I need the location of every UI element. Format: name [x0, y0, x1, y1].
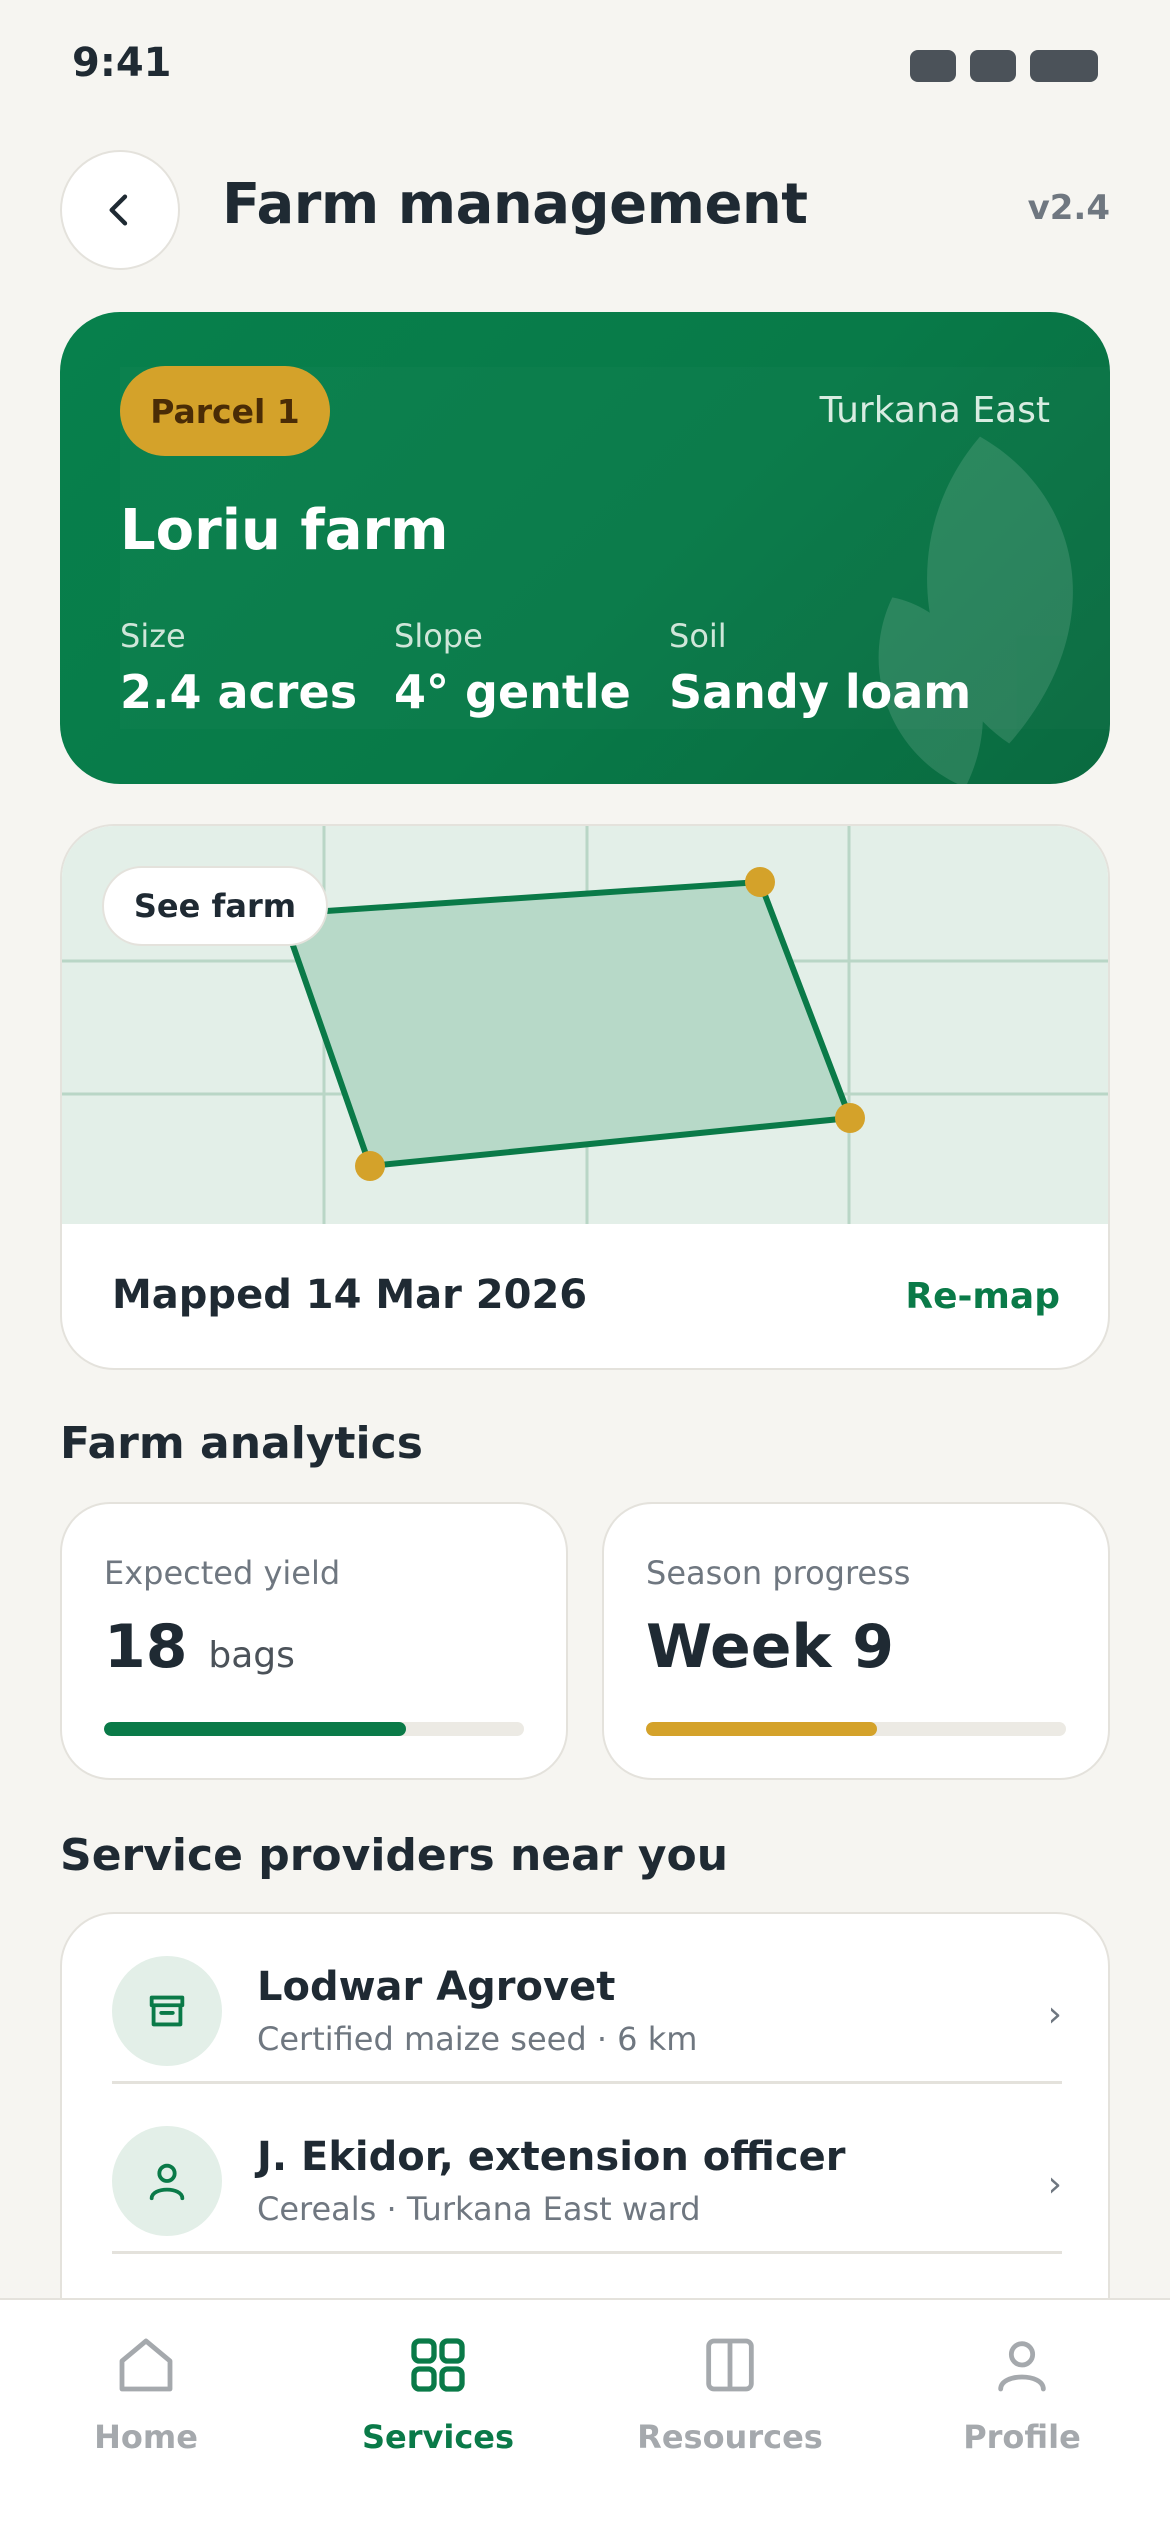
wifi-icon [970, 50, 1016, 82]
yield-card[interactable]: Expected yield 18 bags [60, 1502, 568, 1780]
farm-name: Loriu farm [120, 498, 449, 563]
stat-label: Soil [669, 617, 727, 655]
nav-item-resources[interactable]: Resources [610, 2330, 850, 2470]
stat-value: Sandy loam [669, 665, 972, 719]
yield-unit: bags [208, 1635, 295, 1676]
chevron-right-icon: › [1047, 2164, 1062, 2205]
nav-label: Home [94, 2418, 198, 2456]
status-bar: 9:41 [0, 0, 1170, 130]
version-label: v2.4 [1027, 188, 1110, 228]
farm-boundary [279, 879, 853, 1169]
stat-value: 4° gentle [394, 665, 631, 719]
section-title-providers: Service providers near you [60, 1830, 729, 1881]
yield-progress-fill [104, 1722, 407, 1736]
boundary-vertex [745, 867, 775, 897]
mapped-date: Mapped 14 Mar 2026 [112, 1272, 588, 1318]
page-title: Farm management [222, 172, 808, 237]
person-icon [149, 2163, 185, 2201]
yield-value: 18 [104, 1612, 188, 1682]
farm-map[interactable]: See farm [62, 826, 1108, 1224]
person-icon [902, 2330, 1142, 2400]
stat-value: 2.4 acres [120, 665, 358, 719]
metric-value: 18 bags [104, 1612, 295, 1682]
provider-name: Lodwar Agrovet [257, 1964, 616, 2010]
chevron-right-icon: › [1047, 1994, 1062, 2035]
back-button[interactable] [60, 150, 180, 270]
provider-name: J. Ekidor, extension officer [257, 2134, 846, 2180]
stat-label: Slope [394, 617, 483, 655]
section-title-analytics: Farm analytics [60, 1418, 423, 1469]
nav-item-services[interactable]: Services [318, 2330, 558, 2470]
parcel-card[interactable]: Parcel 1 Turkana East Loriu farm Size 2.… [60, 312, 1110, 784]
parcel-badge: Parcel 1 [120, 366, 330, 456]
store-icon [149, 1995, 185, 2027]
nav-label: Services [361, 2418, 515, 2456]
status-icons [910, 50, 1098, 82]
stat-label: Size [120, 617, 186, 655]
stat-size: Size 2.4 acres [120, 617, 357, 719]
header: Farm management v2.4 [60, 150, 1110, 270]
list-item[interactable]: J. Ekidor, extension officer Cereals · T… [112, 2084, 1062, 2254]
leaf-icon [878, 436, 1073, 784]
signal-icon [910, 50, 956, 82]
season-progress-fill [646, 1722, 877, 1736]
season-value: Week 9 [646, 1612, 894, 1682]
stat-slope: Slope 4° gentle [394, 617, 631, 719]
status-time: 9:41 [72, 40, 172, 86]
bottom-nav: Home Services Resources Profile [0, 2298, 1170, 2532]
season-progress-bar [646, 1722, 1066, 1736]
region-label: Turkana East [819, 390, 1050, 431]
boundary-vertex [835, 1103, 865, 1133]
book-icon [610, 2330, 850, 2400]
nav-item-profile[interactable]: Profile [902, 2330, 1142, 2470]
home-icon [26, 2330, 266, 2400]
see-farm-button[interactable]: See farm [102, 866, 328, 946]
provider-detail: Cereals · Turkana East ward [257, 2190, 701, 2228]
yield-progress-bar [104, 1722, 524, 1736]
remap-link[interactable]: Re-map [905, 1276, 1060, 1317]
avatar [112, 1956, 222, 2066]
boundary-vertex [355, 1151, 385, 1181]
stat-soil: Soil Sandy loam [669, 617, 971, 719]
chevron-left-icon [109, 194, 128, 226]
map-card: See farm Mapped 14 Mar 2026 Re-map [60, 824, 1110, 1370]
nav-label: Profile [963, 2418, 1081, 2456]
metric-label: Season progress [646, 1554, 911, 1592]
metric-label: Expected yield [104, 1554, 341, 1592]
provider-detail: Certified maize seed · 6 km [257, 2020, 698, 2058]
list-item[interactable]: Lodwar Agrovet Certified maize seed · 6 … [112, 1914, 1062, 2084]
nav-item-home[interactable]: Home [26, 2330, 266, 2470]
nav-label: Resources [637, 2418, 823, 2456]
grid-icon [318, 2330, 558, 2400]
season-card[interactable]: Season progress Week 9 [602, 1502, 1110, 1780]
battery-icon [1030, 50, 1098, 82]
avatar [112, 2126, 222, 2236]
